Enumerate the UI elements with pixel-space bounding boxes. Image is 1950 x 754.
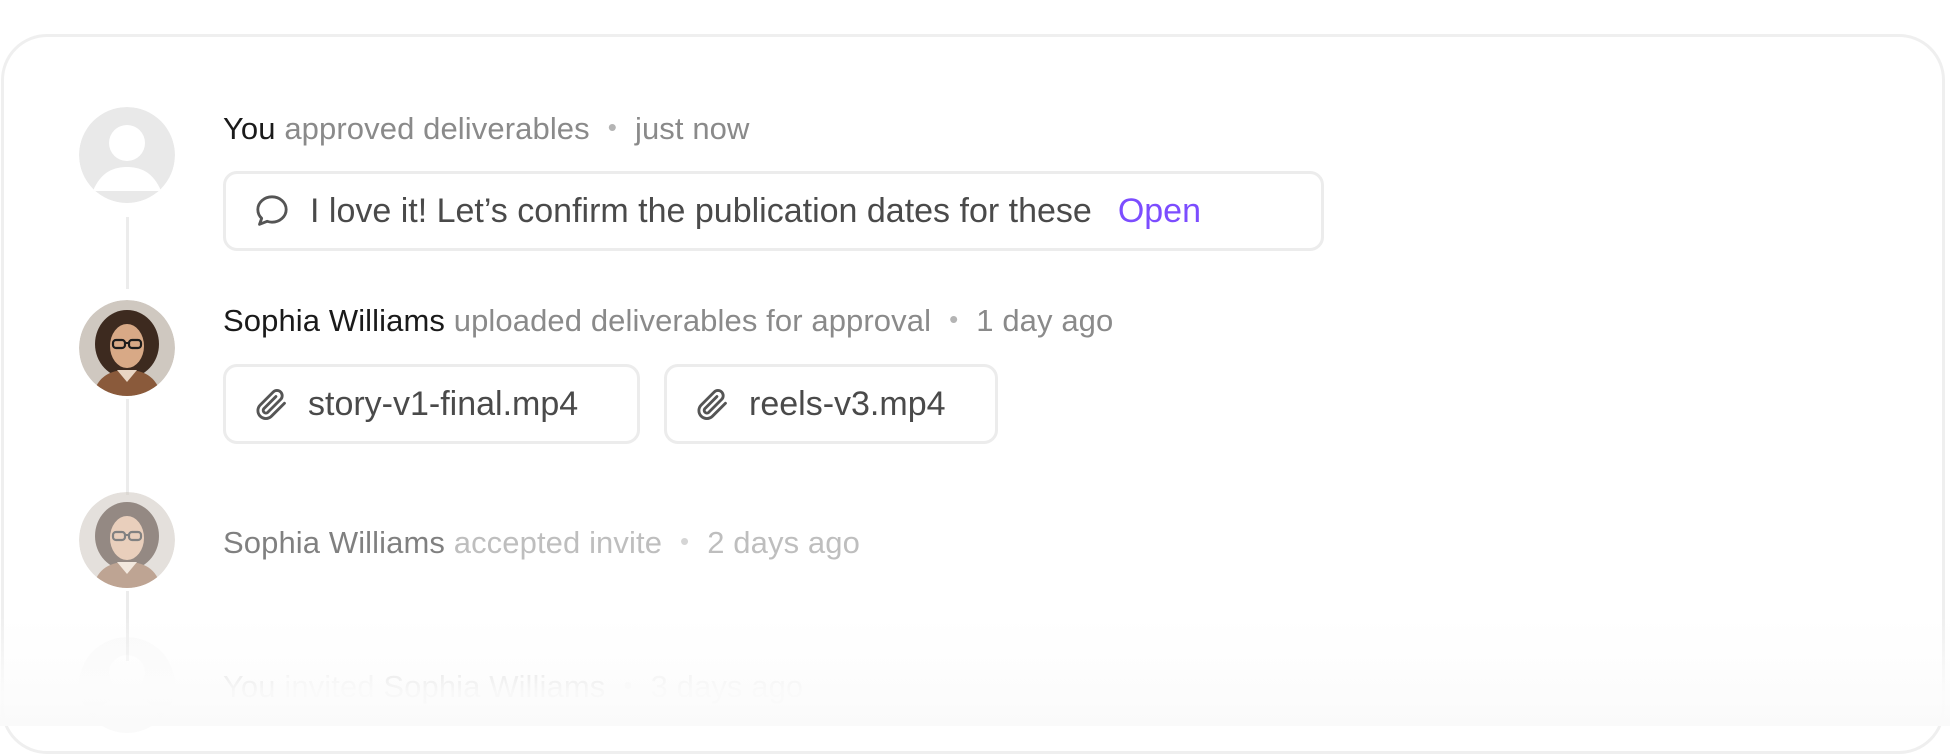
paperclip-icon bbox=[252, 385, 290, 423]
woman-avatar-photo bbox=[79, 300, 175, 396]
avatar-placeholder bbox=[79, 107, 175, 203]
comment-chip[interactable]: I love it! Let’s confirm the publication… bbox=[223, 171, 1324, 251]
timestamp: 1 day ago bbox=[976, 303, 1113, 338]
activity-entry-text: You approved deliverables • just now bbox=[223, 109, 750, 150]
attachment-filename: reels-v3.mp4 bbox=[749, 385, 946, 424]
avatar bbox=[79, 300, 175, 396]
actor-name: Sophia Williams bbox=[223, 525, 445, 560]
separator-dot: • bbox=[949, 299, 958, 339]
separator-dot: • bbox=[623, 665, 632, 705]
attachment-filename: story-v1-final.mp4 bbox=[308, 385, 578, 424]
timestamp: just now bbox=[635, 111, 750, 146]
invited-user-name: Sophia Williams bbox=[383, 669, 605, 704]
separator-dot: • bbox=[680, 521, 689, 561]
activity-action: accepted invite bbox=[454, 525, 662, 560]
activity-card: You approved deliverables • just now I lov… bbox=[1, 34, 1945, 754]
timeline-connector bbox=[126, 399, 129, 495]
timestamp: 3 days ago bbox=[651, 669, 804, 704]
activity-action: approved deliverables bbox=[284, 111, 589, 146]
attachment-chip[interactable]: reels-v3.mp4 bbox=[664, 364, 998, 444]
activity-entry-text: You invited Sophia Williams • 3 days ago bbox=[223, 667, 803, 708]
paperclip-icon bbox=[693, 385, 731, 423]
actor-name: Sophia Williams bbox=[223, 303, 445, 338]
timeline-connector bbox=[126, 217, 129, 289]
avatar bbox=[79, 492, 175, 588]
comment-text: I love it! Let’s confirm the publication… bbox=[310, 192, 1092, 231]
actor-name: You bbox=[223, 111, 276, 146]
activity-action: uploaded deliverables for approval bbox=[454, 303, 931, 338]
activity-entry-text: Sophia Williams accepted invite • 2 days a… bbox=[223, 523, 860, 564]
timestamp: 2 days ago bbox=[707, 525, 860, 560]
activity-action: invited bbox=[284, 669, 374, 704]
user-icon bbox=[79, 107, 175, 203]
attachment-chip[interactable]: story-v1-final.mp4 bbox=[223, 364, 640, 444]
open-comment-link[interactable]: Open bbox=[1118, 192, 1201, 231]
comment-icon bbox=[252, 191, 292, 231]
activity-entry-text: Sophia Williams uploaded deliverables fo… bbox=[223, 301, 1113, 342]
woman-avatar-photo bbox=[79, 492, 175, 588]
user-icon bbox=[79, 637, 175, 733]
avatar-placeholder bbox=[79, 637, 175, 733]
actor-name: You bbox=[223, 669, 276, 704]
separator-dot: • bbox=[608, 107, 617, 147]
